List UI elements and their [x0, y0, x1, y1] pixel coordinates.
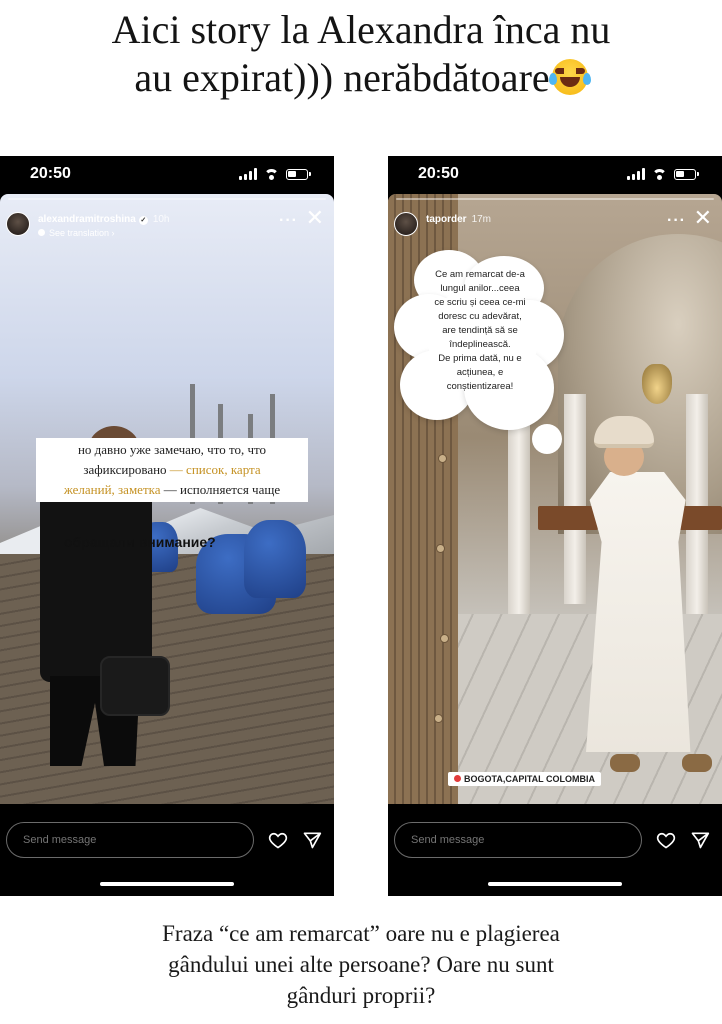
- close-icon[interactable]: ✕: [306, 206, 324, 230]
- status-time: 20:50: [30, 165, 71, 182]
- status-icons: [627, 168, 699, 180]
- send-icon[interactable]: [690, 830, 710, 850]
- cloud-line: De prima dată, nu e: [438, 353, 522, 364]
- story-username-row[interactable]: taporder 17m: [426, 214, 491, 225]
- wifi-icon: [652, 168, 667, 180]
- status-time: 20:50: [418, 165, 459, 182]
- signal-icon: [239, 168, 257, 180]
- headline-line-1: Aici story la Alexandra înca nu: [111, 7, 611, 52]
- text-line-3a: желаний, заметка: [63, 482, 161, 497]
- text-line-2b: — список, карта: [169, 462, 261, 477]
- cloud-line: ce scriu și ceea ce-mi: [434, 297, 526, 308]
- home-indicator: [488, 882, 622, 886]
- send-message-input[interactable]: [6, 822, 254, 858]
- cloud-line: Ce am remarcat de-a: [435, 269, 525, 280]
- caption-line-3: gânduri proprii?: [286, 983, 436, 1008]
- more-options-icon[interactable]: ···: [279, 212, 298, 230]
- heart-icon[interactable]: [656, 830, 676, 850]
- text-line-1: но давно уже замечаю, что то, что: [77, 442, 267, 457]
- text-line-3b: — исполняется чаще: [163, 482, 281, 497]
- avatar[interactable]: [394, 212, 418, 236]
- story-header: alexandramitroshina ✓ 10h See translation …: [6, 206, 326, 244]
- status-bar: 20:50: [0, 156, 334, 194]
- story-username[interactable]: taporder: [426, 214, 467, 225]
- battery-icon: [286, 168, 311, 180]
- cloud-line: are tendință să se: [442, 325, 518, 336]
- location-label[interactable]: BOGOTA,CAPITAL COLOMBIA: [464, 774, 595, 784]
- story-time-ago: 10h: [152, 214, 170, 225]
- laughing-tears-emoji-icon: [548, 59, 591, 95]
- caption: Fraza “ce am remarcat” oare nu e plagier…: [0, 918, 722, 1011]
- story-progress-bar: [396, 198, 714, 200]
- headline-line-2-text: au expirat))) nerăbdătoare: [134, 55, 550, 100]
- see-translation-link[interactable]: See translation ›: [38, 228, 115, 238]
- send-icon[interactable]: [302, 830, 322, 850]
- location-tag[interactable]: BOGOTA,CAPITAL COLOMBIA: [448, 772, 601, 786]
- text-line-3: желаний, заметка — исполняется чаще: [42, 480, 302, 500]
- send-message-input[interactable]: [394, 822, 642, 858]
- more-options-icon[interactable]: ···: [667, 212, 686, 230]
- caption-line-1: Fraza “ce am remarcat” oare nu e plagier…: [162, 921, 560, 946]
- avatar[interactable]: [6, 212, 30, 236]
- headline-line-2: au expirat))) nerăbdătoare: [0, 54, 722, 102]
- thought-cloud-sticker: Ce am remarcat de-a lungul anilor...ceea…: [394, 250, 564, 440]
- wifi-icon: [264, 168, 279, 180]
- see-translation-label[interactable]: See translation ›: [49, 228, 115, 238]
- story-question: обращали внимание?: [64, 534, 216, 550]
- heart-icon[interactable]: [268, 830, 288, 850]
- message-bar: [388, 820, 722, 860]
- story-content[interactable]: alexandramitroshina ✓ 10h See translation …: [0, 194, 334, 804]
- story-username-row[interactable]: alexandramitroshina ✓ 10h: [38, 214, 170, 225]
- text-line-2: зафиксировано — список, карта: [42, 460, 302, 480]
- translate-icon: [38, 229, 45, 236]
- cloud-line: acțiunea, e: [456, 367, 504, 378]
- home-indicator: [100, 882, 234, 886]
- close-icon[interactable]: ✕: [694, 206, 712, 230]
- cloud-line: doresc cu adevărat,: [438, 311, 522, 322]
- story-username[interactable]: alexandramitroshina: [38, 214, 136, 225]
- cloud-line: lungul anilor...ceea: [440, 283, 520, 294]
- story-header: taporder 17m ··· ✕: [394, 206, 714, 244]
- cloud-line: îndeplinească.: [449, 339, 511, 350]
- story-progress-bar: [8, 198, 326, 200]
- chandelier: [642, 364, 672, 404]
- left-story-screenshot: 20:50 alexandramitroshina ✓ 10h See tran…: [0, 156, 334, 896]
- text-line-2a: зафиксировано: [83, 462, 167, 477]
- verified-badge-icon: ✓: [138, 216, 148, 225]
- cloud-line: conștientizarea!: [446, 381, 514, 392]
- beanbag: [244, 520, 306, 598]
- thought-cloud-text: Ce am remarcat de-a lungul anilor...ceea…: [416, 268, 544, 394]
- woman-figure: [576, 416, 716, 796]
- message-bar: [0, 820, 334, 860]
- story-text-sticker: но давно уже замечаю, что то, что зафикс…: [36, 438, 308, 502]
- story-time-ago: 17m: [471, 214, 492, 225]
- signal-icon: [627, 168, 645, 180]
- thought-bubble-dot: [532, 424, 562, 454]
- status-icons: [239, 168, 311, 180]
- headline: Aici story la Alexandra înca nu au expir…: [0, 6, 722, 102]
- story-content[interactable]: Ce am remarcat de-a lungul anilor...ceea…: [388, 194, 722, 804]
- battery-icon: [674, 168, 699, 180]
- status-bar: 20:50: [388, 156, 722, 194]
- right-story-screenshot: 20:50 Ce am remarcat de-a lungul anilor.…: [388, 156, 722, 896]
- caption-line-2: gândului unei alte persoane? Oare nu sun…: [168, 952, 554, 977]
- location-pin-icon: [454, 775, 461, 782]
